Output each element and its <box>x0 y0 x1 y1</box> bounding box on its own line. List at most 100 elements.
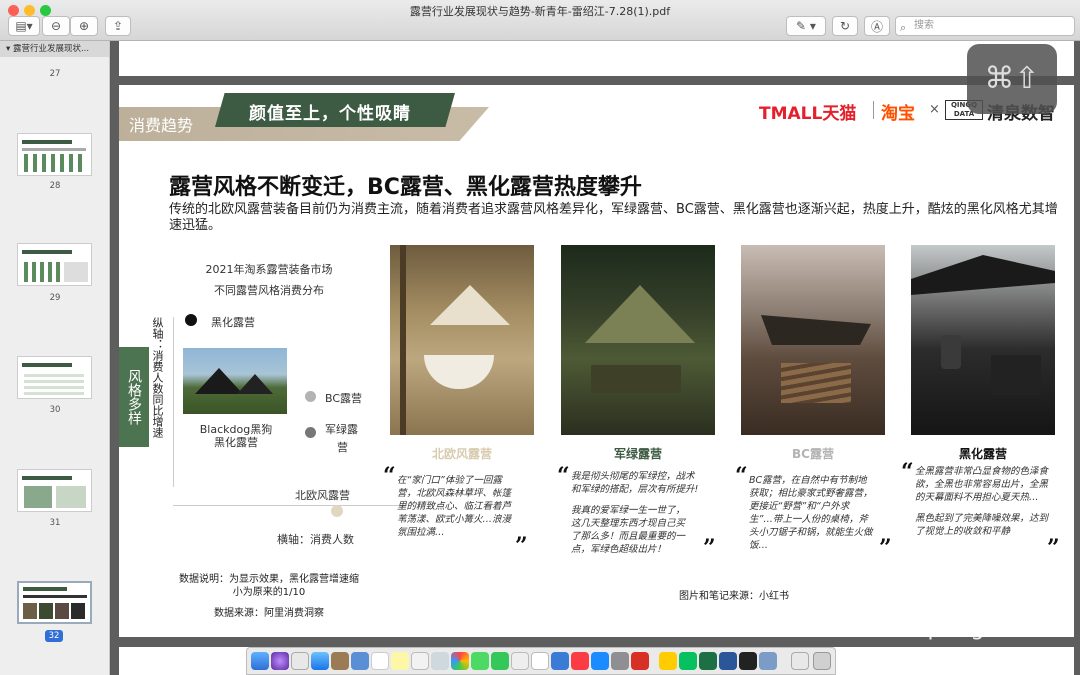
photo-army-green <box>561 245 715 435</box>
reminders-icon[interactable] <box>411 652 429 670</box>
thumbnail-page-number: 30 <box>49 405 61 415</box>
dock <box>246 647 836 675</box>
logo-divider <box>873 101 874 119</box>
y-axis-label: 纵轴：消费人数同比增速 <box>151 317 164 438</box>
point-label: 黑化露营 <box>211 316 255 329</box>
thumbnail-page-32[interactable] <box>17 581 92 624</box>
point-label: BC露营 <box>325 392 363 405</box>
textedit-icon[interactable] <box>511 652 529 670</box>
point-dark-camp <box>185 314 197 326</box>
search-icon: ⌕ <box>900 21 907 34</box>
tmall-logo: TMALL天猫 <box>759 104 857 124</box>
sidebar-toggle-button[interactable]: ▤▾ <box>8 16 40 36</box>
share-button[interactable]: ⇪ <box>105 16 131 36</box>
open-quote-icon: “ <box>383 463 396 489</box>
zoom-in-icon: ⊕ <box>78 19 90 33</box>
thumbnail-page-28[interactable] <box>17 133 92 176</box>
times-sign: × <box>929 102 940 117</box>
chart-photo <box>183 348 287 414</box>
music-icon[interactable] <box>571 652 589 670</box>
numbers-icon[interactable] <box>531 652 549 670</box>
downloads-icon[interactable] <box>791 652 809 670</box>
previous-page <box>119 41 1074 76</box>
rotate-button[interactable]: ↻ <box>832 16 858 36</box>
open-quote-icon: “ <box>557 463 570 489</box>
zoom-out-icon: ⊖ <box>50 19 62 33</box>
chart-note-2: 小为原来的1/10 <box>232 587 306 598</box>
siri-icon[interactable] <box>271 652 289 670</box>
trash-icon[interactable] <box>813 652 831 670</box>
excel-icon[interactable] <box>699 652 717 670</box>
thumbnail-page-31[interactable] <box>17 469 92 512</box>
sidebar-icon: ▤▾ <box>15 19 33 33</box>
markup-button[interactable]: ✎ ▾ <box>786 16 826 36</box>
keynote-icon[interactable] <box>551 652 569 670</box>
mail-icon[interactable] <box>351 652 369 670</box>
messages-icon[interactable] <box>471 652 489 670</box>
calendar-icon[interactable] <box>371 652 389 670</box>
preview-icon[interactable] <box>431 652 449 670</box>
thumbnail-page-29[interactable] <box>17 243 92 286</box>
quote-nordic: 在“家门口”体验了一回露 营，北欧风森林草坪、帐篷 里的精致点心、临江看着芦 苇荡漾、… <box>397 475 512 538</box>
thumbnail-page-number: 31 <box>49 518 61 528</box>
photo-dark <box>911 245 1055 435</box>
photos-icon[interactable] <box>451 652 469 670</box>
search-input[interactable]: ⌕ 搜索 <box>895 16 1075 36</box>
style-title-dark: 黑化露营 <box>958 447 1007 461</box>
contacts-icon[interactable] <box>331 652 349 670</box>
thumbnail-page-number: 28 <box>49 181 61 191</box>
quote-dark: 全黑露营非常凸显食物的色泽食 欲，全黑也非常容易出片，全黑 的天幕面料不用担心夏天热… <box>915 466 1049 537</box>
close-quote-icon: ” <box>703 535 716 561</box>
point-label: 军绿露 <box>325 423 358 436</box>
quote-army-green: 我是彻头彻尾的军绿控，战术 和军绿的搭配，层次有所提升! 我真的爱军绿一生一世了，这… <box>571 471 699 555</box>
system-preferences-icon[interactable] <box>611 652 629 670</box>
point-bc-camp <box>305 391 316 402</box>
watermark: 新青年spring <box>850 616 985 641</box>
finder-icon[interactable] <box>251 652 269 670</box>
thumbnail-page-number: 29 <box>49 293 61 303</box>
app-icon[interactable] <box>759 652 777 670</box>
launchpad-icon[interactable] <box>291 652 309 670</box>
taobao-logo: 淘宝 <box>881 104 915 124</box>
open-quote-icon: “ <box>735 463 748 489</box>
close-quote-icon: ” <box>515 533 528 559</box>
side-tab: 风格多样 <box>119 347 149 447</box>
thumbnail-page-30[interactable] <box>17 356 92 399</box>
word-icon[interactable] <box>719 652 737 670</box>
section-tag: 消费趋势 <box>129 116 194 135</box>
thumbnail-page-number: 27 <box>49 69 61 79</box>
chart-title-2: 不同露营风格消费分布 <box>214 284 324 297</box>
banner-title: 颜值至上，个性吸睛 <box>249 104 411 124</box>
open-quote-icon: “ <box>901 459 914 485</box>
qq-browser-icon[interactable] <box>659 652 677 670</box>
share-icon: ⇪ <box>112 19 124 33</box>
search-placeholder: 搜索 <box>914 20 934 31</box>
page-headline: 露营风格不断变迁，BC露营、黑化露营热度攀升 <box>169 175 642 200</box>
x-axis-label: 横轴：消费人数 <box>277 533 354 546</box>
safari-icon[interactable] <box>311 652 329 670</box>
point-label-2: 营 <box>337 441 348 454</box>
quote-bc: BC露营，在自然中有节制地 获取；相比豪家式野奢露营， 更接近“野营”和“户外求 生”… <box>749 475 873 551</box>
document-viewer[interactable]: 消费趋势 颜值至上，个性吸睛 TMALL天猫 淘宝 × QINGQ DATA 清泉… <box>111 41 1080 675</box>
zoom-in-button[interactable]: ⊕ <box>70 16 98 36</box>
facetime-icon[interactable] <box>491 652 509 670</box>
terminal-icon[interactable] <box>739 652 757 670</box>
style-title-army-green: 军绿露营 <box>613 447 662 461</box>
sidebar-document-title[interactable]: ▾ 露营行业发展现状... <box>0 41 109 57</box>
y-axis-line <box>173 317 174 487</box>
app-store-icon[interactable] <box>591 652 609 670</box>
notes-icon[interactable] <box>391 652 409 670</box>
photo-bc <box>741 245 885 435</box>
style-title-nordic: 北欧风露营 <box>431 447 492 461</box>
current-page-badge: 32 <box>45 630 63 642</box>
close-quote-icon: ” <box>1047 535 1060 561</box>
office-icon[interactable] <box>631 652 649 670</box>
point-label: 北欧风露营 <box>295 489 350 502</box>
point-nordic-camp <box>331 505 343 517</box>
zoom-out-button[interactable]: ⊖ <box>42 16 70 36</box>
command-shift-overlay-icon: ⌘⇧ <box>967 44 1057 114</box>
point-green-camp <box>305 427 316 438</box>
wechat-icon[interactable] <box>679 652 697 670</box>
annotate-button[interactable]: Ⓐ <box>864 16 890 36</box>
pdf-page: 消费趋势 颜值至上，个性吸睛 TMALL天猫 淘宝 × QINGQ DATA 清泉… <box>119 85 1074 637</box>
